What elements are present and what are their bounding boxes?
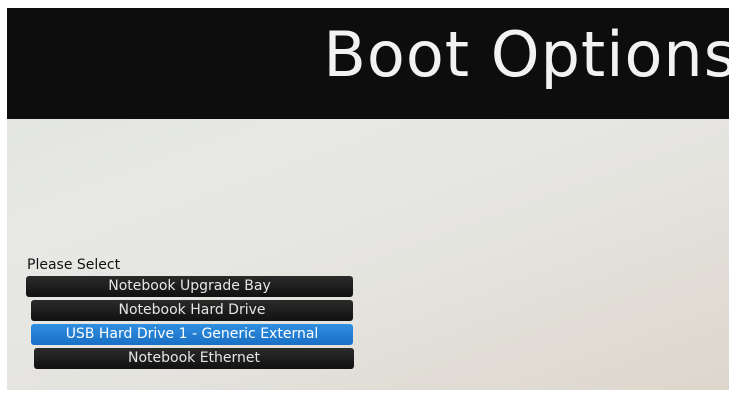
boot-option-upgrade-bay[interactable]: Notebook Upgrade Bay	[26, 276, 353, 297]
boot-menu: Please Select Notebook Upgrade Bay Noteb…	[26, 257, 366, 372]
page-title: Boot Options	[323, 18, 729, 91]
boot-option-ethernet[interactable]: Notebook Ethernet	[34, 348, 354, 369]
header-bar: Boot Options	[7, 8, 729, 119]
boot-screen: Boot Options Please Select Notebook Upgr…	[7, 8, 729, 390]
boot-option-hard-drive[interactable]: Notebook Hard Drive	[31, 300, 353, 321]
menu-prompt: Please Select	[27, 257, 121, 273]
boot-option-usb-hard-drive[interactable]: USB Hard Drive 1 - Generic External	[31, 324, 353, 345]
